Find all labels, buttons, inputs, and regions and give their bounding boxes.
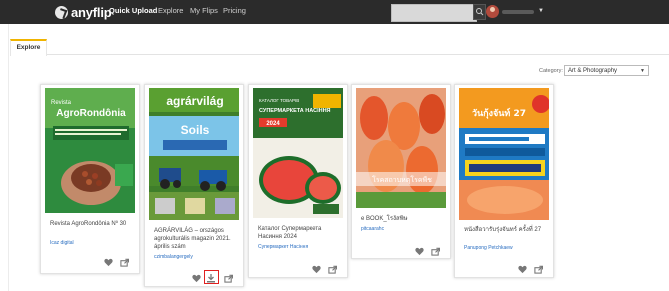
book-author[interactable]: pitcaarahc: [361, 226, 384, 232]
heart-icon[interactable]: [518, 265, 527, 274]
book-card[interactable]: КАТАЛОГ ТОВАРІВ СУПЕРМАРКЕТА НАСІННЯ 202…: [248, 84, 348, 278]
book-cover[interactable]: КАТАЛОГ ТОВАРІВ СУПЕРМАРКЕТА НАСІННЯ 202…: [253, 88, 343, 218]
nav-quick-upload[interactable]: Quick Upload: [109, 6, 157, 15]
user-avatar[interactable]: [486, 5, 499, 18]
cover-title-text: วันกุ้งจันท์ 27: [472, 107, 526, 119]
book-title[interactable]: e BOOK_โรงัสพิษ: [361, 215, 447, 223]
share-icon[interactable]: [224, 274, 233, 283]
category-label: Category:: [539, 68, 563, 74]
heart-icon[interactable]: [415, 247, 424, 256]
book-author[interactable]: czimbalangergely: [154, 254, 193, 260]
brand-name: anyflip: [71, 5, 112, 20]
book-card[interactable]: Revista AgroRondônia Revista AgroRondôni…: [40, 84, 140, 274]
cover-title-text: AgroRondônia: [56, 108, 126, 119]
nav-pricing[interactable]: Pricing: [223, 6, 246, 15]
share-icon[interactable]: [120, 258, 129, 267]
book-author[interactable]: Супермаркет Насіння: [258, 244, 308, 250]
cover-image: agrárvilág Soils: [149, 88, 239, 220]
cover-image: วันกุ้งจันท์ 27: [459, 88, 549, 220]
heart-icon[interactable]: [312, 265, 321, 274]
search-button[interactable]: [473, 4, 486, 20]
book-card[interactable]: โรคสถาบหตุโรคพืช e BOOK_โรงัสพิษ pitcaar…: [351, 84, 451, 259]
left-divider: [8, 24, 9, 291]
heart-icon[interactable]: [104, 258, 113, 267]
cover-image: Revista AgroRondônia: [45, 88, 135, 213]
svg-text:2024: 2024: [266, 121, 280, 127]
book-card[interactable]: agrárvilág Soils AGRÁRVILÁG – országos a…: [144, 84, 244, 287]
book-cover[interactable]: วันกุ้งจันท์ 27: [459, 88, 549, 220]
heart-icon[interactable]: [192, 274, 201, 283]
share-icon[interactable]: [534, 265, 543, 274]
svg-text:Revista: Revista: [51, 100, 72, 106]
search-input[interactable]: [391, 4, 477, 22]
share-icon[interactable]: [431, 247, 440, 256]
anyflip-logo-icon: [55, 6, 68, 19]
book-title[interactable]: หนังสือวารับรุ่งจันทร์ ครั้งที่ 27: [464, 226, 550, 234]
category-selected-value: Art & Photography: [568, 68, 618, 74]
download-button[interactable]: [204, 270, 219, 284]
category-select[interactable]: Art & Photography ▼: [564, 65, 649, 76]
chevron-down-icon[interactable]: ▼: [538, 8, 544, 14]
book-author[interactable]: Icaz digital: [50, 240, 74, 246]
nav-explore[interactable]: Explore: [158, 6, 183, 15]
username-redacted[interactable]: [502, 10, 534, 14]
chevron-down-icon: ▼: [640, 68, 645, 74]
cover-title-text: agrárvilág: [166, 94, 223, 108]
book-cover[interactable]: โรคสถาบหตุโรคพืช: [356, 88, 446, 208]
tab-bar: [10, 40, 669, 55]
book-cover[interactable]: agrárvilág Soils: [149, 88, 239, 220]
tab-explore[interactable]: Explore: [10, 39, 47, 56]
share-icon[interactable]: [328, 265, 337, 274]
svg-text:КАТАЛОГ ТОВАРІВ: КАТАЛОГ ТОВАРІВ: [259, 98, 299, 103]
book-title[interactable]: Revista AgroRondônia Nº 30: [50, 220, 136, 228]
cover-title-text: СУПЕРМАРКЕТА НАСІННЯ: [259, 108, 331, 114]
cover-title-text: โรคสถาบหตุโรคพืช: [372, 175, 432, 184]
book-title[interactable]: Каталог Супермаркета Насиння 2024: [258, 225, 344, 241]
download-icon: [207, 274, 215, 283]
book-title[interactable]: AGRÁRVILÁG – országos agrokulturális mag…: [154, 227, 240, 251]
cover-image: КАТАЛОГ ТОВАРІВ СУПЕРМАРКЕТА НАСІННЯ 202…: [253, 88, 343, 218]
book-cover[interactable]: Revista AgroRondônia: [45, 88, 135, 213]
anyflip-logo[interactable]: anyflip: [55, 5, 112, 20]
search-icon: [476, 8, 484, 16]
cover-image: โรคสถาบหตุโรคพืช: [356, 88, 446, 208]
nav-my-flips[interactable]: My Flips: [190, 6, 218, 15]
svg-text:Soils: Soils: [181, 123, 210, 137]
book-author[interactable]: Panupong Petchkaew: [464, 245, 513, 251]
book-card[interactable]: วันกุ้งจันท์ 27 หนังสือวารับรุ่งจันทร์ ค…: [454, 84, 554, 278]
